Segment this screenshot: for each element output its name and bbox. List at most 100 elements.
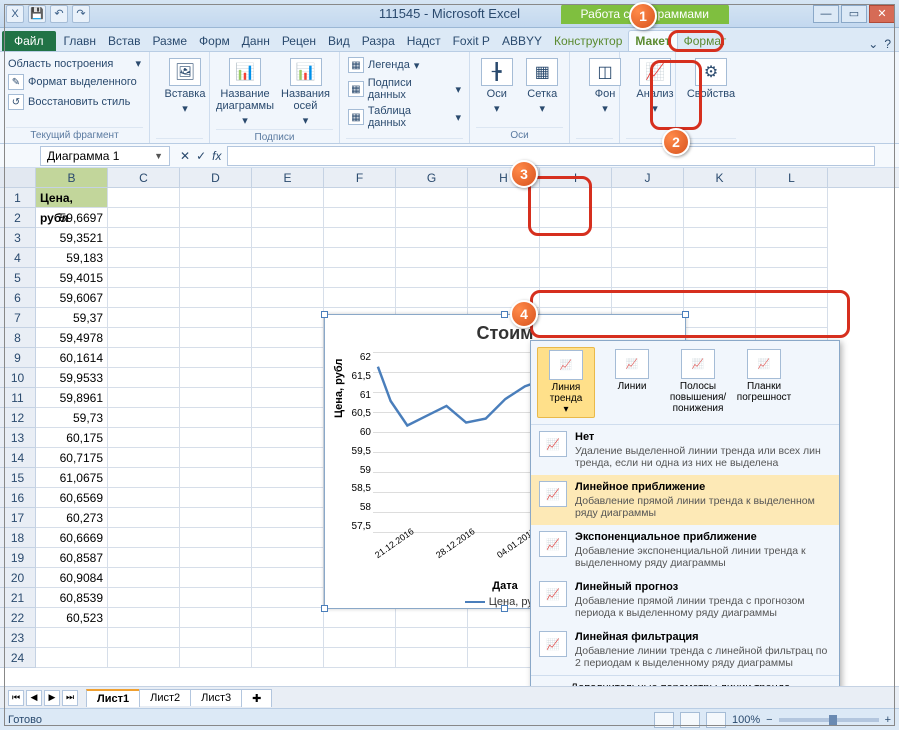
resize-handle[interactable]	[501, 311, 508, 318]
cell[interactable]: 60,8587	[36, 548, 108, 568]
axes-button[interactable]: ╊Оси▾	[476, 56, 518, 117]
tab-view[interactable]: Вид	[322, 31, 356, 51]
cell[interactable]: 59,37	[36, 308, 108, 328]
cell[interactable]	[540, 228, 612, 248]
cell[interactable]	[108, 228, 180, 248]
row-header[interactable]: 23	[0, 628, 36, 648]
cell[interactable]	[252, 288, 324, 308]
fx-icon[interactable]: fx	[212, 149, 221, 163]
row-header[interactable]: 11	[0, 388, 36, 408]
cell[interactable]	[252, 428, 324, 448]
cell[interactable]	[180, 548, 252, 568]
cell[interactable]	[252, 568, 324, 588]
cell[interactable]	[108, 508, 180, 528]
cell[interactable]	[324, 248, 396, 268]
cell[interactable]	[180, 448, 252, 468]
cell[interactable]	[252, 408, 324, 428]
cell[interactable]	[324, 228, 396, 248]
cell[interactable]	[180, 308, 252, 328]
cell[interactable]	[684, 188, 756, 208]
cell[interactable]	[108, 488, 180, 508]
cell[interactable]	[180, 208, 252, 228]
cell[interactable]	[108, 328, 180, 348]
cell[interactable]	[180, 528, 252, 548]
cell[interactable]: Цена, рубл	[36, 188, 108, 208]
cell[interactable]	[108, 348, 180, 368]
cell[interactable]	[684, 268, 756, 288]
cell[interactable]	[180, 348, 252, 368]
tab-foxit[interactable]: Foxit P	[447, 31, 496, 51]
sheet-prev-icon[interactable]: ◀	[26, 690, 42, 706]
cell[interactable]	[108, 608, 180, 628]
insert-button[interactable]: 🖼Вставка▾	[156, 56, 214, 117]
cell[interactable]	[180, 188, 252, 208]
tab-data[interactable]: Данн	[236, 31, 276, 51]
row-header[interactable]: 14	[0, 448, 36, 468]
cell[interactable]	[252, 468, 324, 488]
cell[interactable]: 59,183	[36, 248, 108, 268]
cell[interactable]	[252, 548, 324, 568]
cell[interactable]	[684, 288, 756, 308]
zoom-level[interactable]: 100%	[732, 714, 760, 726]
row-header[interactable]: 15	[0, 468, 36, 488]
cell[interactable]	[540, 268, 612, 288]
tab-formulas[interactable]: Форм	[193, 31, 236, 51]
cell[interactable]	[180, 468, 252, 488]
row-header[interactable]: 17	[0, 508, 36, 528]
cell[interactable]: 59,8961	[36, 388, 108, 408]
trendline-option[interactable]: 📈Линейная фильтрацияДобавление линии тре…	[531, 625, 839, 675]
row-header[interactable]: 4	[0, 248, 36, 268]
cell[interactable]	[684, 248, 756, 268]
undo-icon[interactable]: ↶	[50, 5, 68, 23]
cell[interactable]	[252, 348, 324, 368]
name-box[interactable]: Диаграмма 1▼	[40, 146, 170, 166]
cell[interactable]	[108, 628, 180, 648]
minimize-ribbon-icon[interactable]: ⌄	[868, 37, 878, 51]
row-header[interactable]: 20	[0, 568, 36, 588]
cell[interactable]	[180, 288, 252, 308]
trendline-option[interactable]: 📈Экспоненциальное приближениеДобавление …	[531, 525, 839, 575]
axis-titles-button[interactable]: 📊Названия осей▾	[278, 56, 333, 129]
cell[interactable]: 60,1614	[36, 348, 108, 368]
cell[interactable]: 60,523	[36, 608, 108, 628]
row-header[interactable]: 22	[0, 608, 36, 628]
cell[interactable]	[252, 448, 324, 468]
cell[interactable]: 60,6669	[36, 528, 108, 548]
enter-formula-icon[interactable]: ✓	[196, 149, 206, 163]
properties-button[interactable]: ⚙Свойства	[682, 56, 740, 102]
row-header[interactable]: 19	[0, 548, 36, 568]
cell[interactable]	[180, 648, 252, 668]
cell[interactable]	[396, 228, 468, 248]
tab-insert[interactable]: Встав	[102, 31, 146, 51]
cell[interactable]	[396, 188, 468, 208]
cell[interactable]	[540, 248, 612, 268]
cell[interactable]: 60,9084	[36, 568, 108, 588]
row-header[interactable]: 24	[0, 648, 36, 668]
redo-icon[interactable]: ↷	[72, 5, 90, 23]
cell[interactable]	[252, 368, 324, 388]
cell[interactable]	[684, 228, 756, 248]
cell[interactable]: 61,0675	[36, 468, 108, 488]
row-header[interactable]: 21	[0, 588, 36, 608]
cell[interactable]: 59,4015	[36, 268, 108, 288]
cell[interactable]	[756, 268, 828, 288]
cell[interactable]	[468, 188, 540, 208]
analysis-panel-button[interactable]: 📈Линия тренда▾	[537, 347, 595, 418]
row-header[interactable]: 3	[0, 228, 36, 248]
new-sheet-button[interactable]: ✚	[241, 689, 272, 707]
col-header[interactable]: I	[540, 168, 612, 187]
col-header[interactable]: J	[612, 168, 684, 187]
cell[interactable]	[108, 428, 180, 448]
close-button[interactable]: ✕	[869, 5, 895, 23]
cell[interactable]	[180, 268, 252, 288]
cell[interactable]	[324, 208, 396, 228]
sheet-tab[interactable]: Лист3	[190, 689, 242, 706]
zoom-slider[interactable]	[779, 718, 879, 722]
cell[interactable]	[108, 568, 180, 588]
cell[interactable]	[324, 648, 396, 668]
cell[interactable]	[540, 188, 612, 208]
cell[interactable]	[108, 268, 180, 288]
cell[interactable]	[396, 268, 468, 288]
col-header[interactable]: D	[180, 168, 252, 187]
cell[interactable]	[180, 368, 252, 388]
